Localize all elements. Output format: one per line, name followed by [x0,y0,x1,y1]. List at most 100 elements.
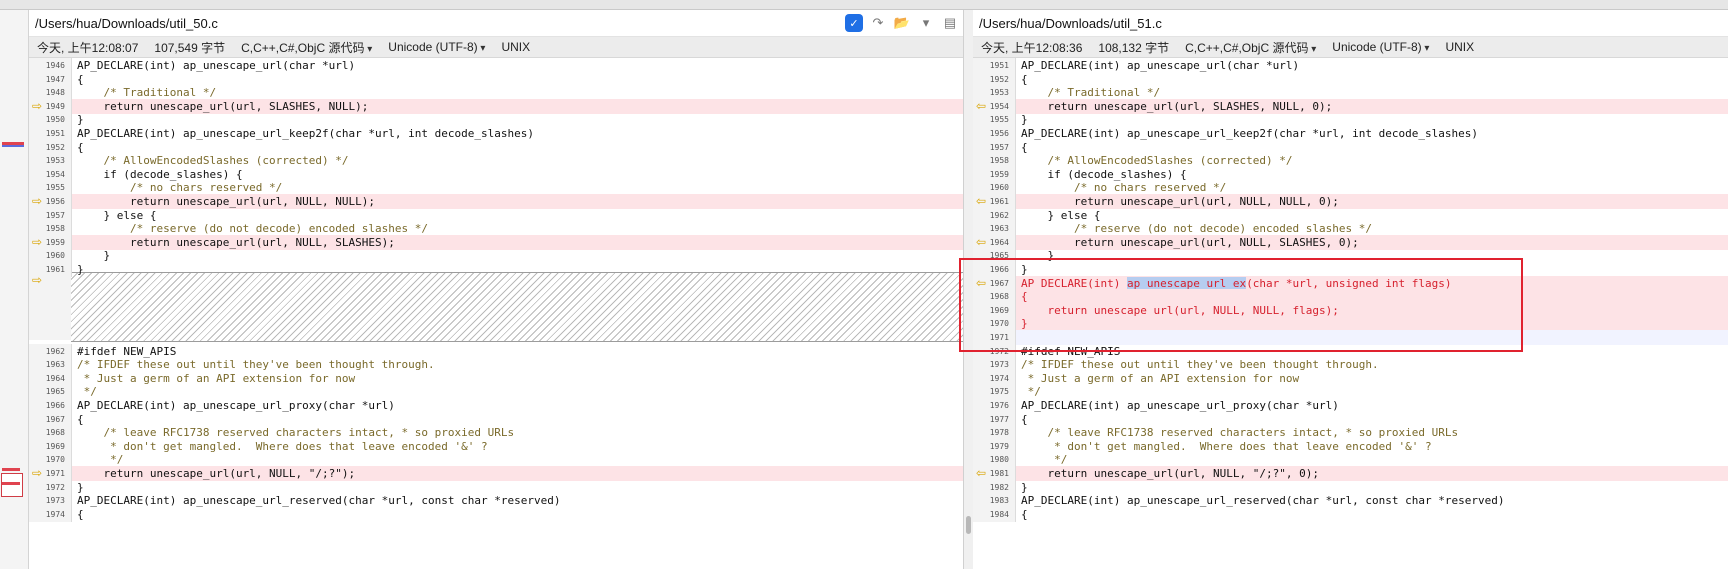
line-number: 1965 [45,387,65,397]
diff-arrow-icon[interactable]: ⇦ [976,467,991,479]
line-number: 1971 [45,469,65,478]
left-path-tools: ✓ ↷ 📂 ▾ ▤ [845,14,959,32]
line-number: 1971 [989,333,1009,342]
code-line[interactable]: 1961} [29,262,963,277]
left-encoding-select[interactable]: Unicode (UTF-8) [388,40,485,54]
diff-arrow-icon[interactable]: ⇦ [976,100,991,112]
left-modified-time: 今天, 上午12:08:07 [37,40,139,55]
line-number: 1969 [45,441,65,451]
left-line-ending[interactable]: UNIX [501,40,530,54]
line-number: 1951 [989,61,1009,70]
diff-arrow-icon[interactable]: ⇨ [32,236,47,248]
right-file-path[interactable]: /Users/hua/Downloads/util_51.c [979,16,1162,31]
line-number: 1981 [989,469,1009,478]
line-number: 1979 [989,441,1009,451]
right-path-bar: /Users/hua/Downloads/util_51.c [973,10,1728,37]
placeholder-gutter: ⇨ [29,272,72,340]
line-number: 1946 [45,61,65,70]
right-syntax-select[interactable]: C,C++,C#,ObjC 源代码 [1185,39,1316,56]
line-number: 1977 [989,414,1009,424]
right-encoding-select[interactable]: Unicode (UTF-8) [1332,40,1429,54]
overview-change-mark[interactable] [2,145,24,147]
line-number: 1965 [989,251,1009,261]
folder-icon[interactable]: 📂 [893,14,911,32]
overview-change-mark[interactable] [2,482,20,485]
line-number: 1974 [989,373,1009,383]
line-number: 1976 [989,401,1009,410]
merge-icon[interactable]: ↷ [869,14,887,32]
diff-arrow-icon[interactable]: ⇨ [32,100,47,112]
line-number: 1957 [989,142,1009,152]
line-gutter: 1961 [29,262,72,277]
right-file-size: 108,132 字节 [1098,40,1170,55]
line-number: 1966 [45,401,65,410]
diff-arrow-icon[interactable]: ⇦ [976,277,991,289]
line-number: 1970 [989,319,1009,329]
diff-overview-bar[interactable] [0,10,29,569]
line-number: 1955 [45,183,65,193]
line-number: 1972 [989,346,1009,356]
line-number: 1968 [45,428,65,438]
dropdown-check-icon[interactable]: ✓ [845,14,863,32]
line-number: 1953 [989,88,1009,98]
line-number: 1952 [45,142,65,152]
line-number: 1955 [989,115,1009,125]
left-file-pane: /Users/hua/Downloads/util_50.c ✓ ↷ 📂 ▾ ▤… [29,10,963,569]
line-gutter: 1974 [29,506,72,522]
selected-text[interactable]: ap_unescape_url_ex [1126,276,1247,290]
line-number: 1947 [45,74,65,84]
code-line[interactable]: 1984 { [973,506,1728,522]
code-text: } [77,263,84,276]
overview-change-mark[interactable] [2,468,20,471]
diff-arrow-icon[interactable]: ⇨ [32,195,47,207]
line-number: 1960 [45,251,65,261]
left-file-path[interactable]: /Users/hua/Downloads/util_50.c [35,16,218,31]
line-number: 1959 [45,237,65,247]
right-modified-time: 今天, 上午12:08:36 [981,40,1083,55]
line-number: 1958 [45,224,65,234]
left-path-bar: /Users/hua/Downloads/util_50.c ✓ ↷ 📂 ▾ ▤ [29,10,963,37]
line-number: 1963 [45,360,65,370]
code-text: { [1021,507,1028,521]
line-number: 1953 [45,156,65,166]
diff-arrow-icon[interactable]: ⇨ [32,467,47,479]
line-number: 1949 [45,101,65,111]
diff-arrow-icon[interactable]: ⇦ [976,236,991,248]
diff-arrow-icon[interactable]: ⇦ [976,195,991,207]
left-code-view[interactable]: ⇨ 1946 AP_DECLARE(int) ap_unescape_url(ch… [29,58,963,569]
line-number: 1960 [989,183,1009,193]
scrollbar-thumb[interactable] [966,516,971,534]
line-number: 1962 [45,346,65,356]
line-number: 1959 [989,169,1009,179]
line-number: 1983 [989,496,1009,506]
chevron-down-icon[interactable]: ▾ [917,14,935,32]
line-number: 1954 [45,169,65,179]
line-number: 1962 [989,210,1009,220]
line-number: 1956 [989,129,1009,138]
left-file-size: 107,549 字节 [154,40,226,55]
line-number: 1970 [45,455,65,465]
save-icon[interactable]: ▤ [941,14,959,32]
right-line-ending[interactable]: UNIX [1445,40,1474,54]
code-line[interactable]: 1974 { [29,506,963,522]
line-number: 1964 [989,237,1009,247]
line-number: 1950 [45,115,65,125]
line-number: 1982 [989,482,1009,492]
window-top-strip [0,0,1728,10]
line-number: 1974 [45,509,65,519]
line-number: 1968 [989,292,1009,302]
line-number: 1973 [45,496,65,506]
line-number: 1952 [989,74,1009,84]
line-number: 1957 [45,210,65,220]
overview-viewport-frame[interactable] [1,473,23,497]
line-number: 1956 [45,197,65,206]
line-gutter: 1984 [973,506,1016,522]
line-number: 1980 [989,455,1009,465]
right-code-view[interactable]: 1951 AP_DECLARE(int) ap_unescape_url(char… [973,58,1728,569]
line-number: 1958 [989,156,1009,166]
line-number: 1972 [45,482,65,492]
line-number: 1967 [989,278,1009,288]
line-number: 1951 [45,129,65,138]
left-syntax-select[interactable]: C,C++,C#,ObjC 源代码 [241,39,372,56]
line-number: 1973 [989,360,1009,370]
